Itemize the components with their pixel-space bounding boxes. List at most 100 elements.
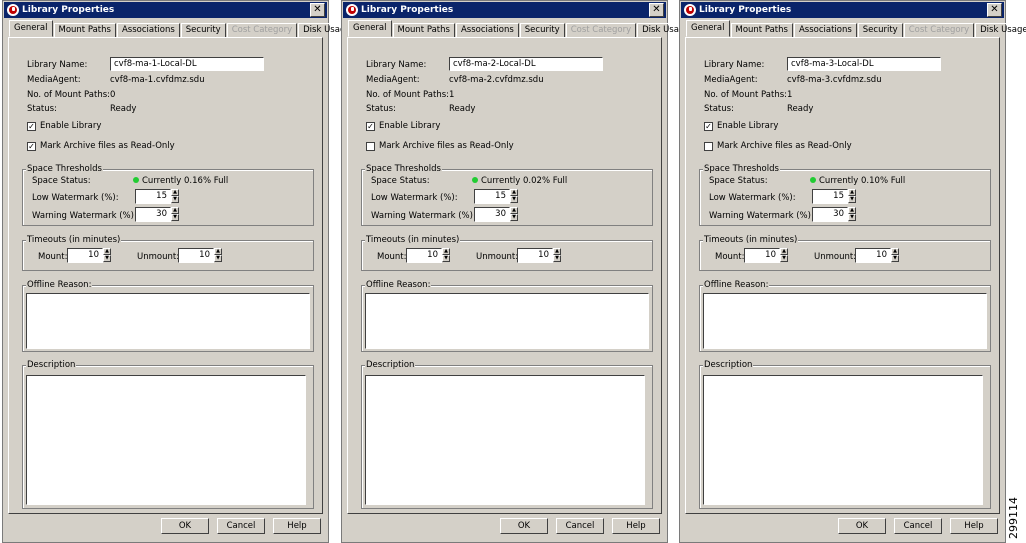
cancel-button[interactable]: Cancel (556, 518, 604, 534)
mount-timeout-input[interactable]: 10 (67, 248, 103, 263)
spin-up-icon[interactable]: ▲ (171, 189, 179, 196)
unmount-timeout-input[interactable]: 10 (178, 248, 214, 263)
enable-library-checkbox[interactable]: ✓ (366, 122, 375, 131)
title-bar[interactable]: Library Properties ✕ (681, 2, 1004, 18)
tab-mount-paths[interactable]: Mount Paths (730, 23, 793, 37)
warning-watermark-input[interactable]: 30 (135, 207, 171, 222)
low-watermark-input[interactable]: 15 (474, 189, 510, 204)
spin-up-icon[interactable]: ▲ (848, 189, 856, 196)
spin-up-icon[interactable]: ▲ (510, 207, 518, 214)
cancel-button[interactable]: Cancel (894, 518, 942, 534)
enable-library-checkbox[interactable]: ✓ (704, 122, 713, 131)
description-title: Description (365, 360, 416, 370)
tab-general[interactable]: General (686, 20, 730, 37)
spin-up-icon[interactable]: ▲ (103, 248, 111, 255)
spin-down-icon[interactable]: ▼ (780, 255, 788, 262)
tab-cost-category: Cost Category (226, 23, 298, 37)
mount-timeout-input[interactable]: 10 (406, 248, 442, 263)
description-textarea[interactable] (26, 375, 306, 505)
library-properties-dialog: Library Properties ✕ General Mount Paths… (679, 0, 1026, 543)
help-button[interactable]: Help (273, 518, 321, 534)
mark-archive-label: Mark Archive files as Read-Only (40, 141, 175, 151)
tab-cost-category: Cost Category (903, 23, 975, 37)
description-textarea[interactable] (365, 375, 645, 505)
offline-reason-textarea[interactable] (365, 293, 649, 349)
close-icon[interactable]: ✕ (987, 3, 1002, 17)
warning-watermark-input[interactable]: 30 (812, 207, 848, 222)
tab-disk-usage[interactable]: Disk Usage (975, 23, 1026, 37)
timeouts-title: Timeouts (in minutes) (26, 235, 122, 245)
close-icon[interactable]: ✕ (310, 3, 325, 17)
spin-up-icon[interactable]: ▲ (891, 248, 899, 255)
status-green-dot-icon (472, 177, 478, 183)
mark-archive-checkbox[interactable] (704, 142, 713, 151)
spin-up-icon[interactable]: ▲ (780, 248, 788, 255)
offline-reason-textarea[interactable] (703, 293, 987, 349)
tab-strip: General Mount Paths Associations Securit… (686, 20, 1026, 37)
offline-reason-title: Offline Reason: (26, 280, 93, 290)
spin-down-icon[interactable]: ▼ (510, 196, 518, 203)
spin-down-icon[interactable]: ▼ (891, 255, 899, 262)
offline-reason-textarea[interactable] (26, 293, 310, 349)
media-agent-value: cvf8-ma-1.cvfdmz.sdu (110, 75, 205, 85)
unmount-timeout-label: Unmount: (476, 252, 519, 262)
tab-mount-paths[interactable]: Mount Paths (392, 23, 455, 37)
cancel-button[interactable]: Cancel (217, 518, 265, 534)
spin-down-icon[interactable]: ▼ (103, 255, 111, 262)
low-watermark-input[interactable]: 15 (812, 189, 848, 204)
spin-down-icon[interactable]: ▼ (848, 214, 856, 221)
library-name-input[interactable]: cvf8-ma-3-Local-DL (787, 57, 941, 71)
tab-general[interactable]: General (348, 20, 392, 37)
spin-down-icon[interactable]: ▼ (553, 255, 561, 262)
tab-security[interactable]: Security (857, 23, 903, 37)
close-icon[interactable]: ✕ (649, 3, 664, 17)
tab-associations[interactable]: Associations (116, 23, 180, 37)
spin-up-icon[interactable]: ▲ (510, 189, 518, 196)
unmount-timeout-input[interactable]: 10 (855, 248, 891, 263)
space-thresholds-title: Space Thresholds (703, 164, 780, 174)
tab-general[interactable]: General (9, 20, 53, 37)
ok-button[interactable]: OK (161, 518, 209, 534)
ok-button[interactable]: OK (500, 518, 548, 534)
unmount-timeout-input[interactable]: 10 (517, 248, 553, 263)
spin-down-icon[interactable]: ▼ (171, 196, 179, 203)
mount-timeout-label: Mount: (38, 252, 68, 262)
description-textarea[interactable] (703, 375, 983, 505)
spin-down-icon[interactable]: ▼ (442, 255, 450, 262)
tab-strip: General Mount Paths Associations Securit… (348, 20, 696, 37)
space-thresholds-title: Space Thresholds (26, 164, 103, 174)
tab-security[interactable]: Security (180, 23, 226, 37)
help-button[interactable]: Help (950, 518, 998, 534)
tab-security[interactable]: Security (519, 23, 565, 37)
spin-up-icon[interactable]: ▲ (553, 248, 561, 255)
spin-up-icon[interactable]: ▲ (848, 207, 856, 214)
spin-up-icon[interactable]: ▲ (214, 248, 222, 255)
spin-up-icon[interactable]: ▲ (171, 207, 179, 214)
warning-watermark-stepper: 30 ▲ ▼ (474, 207, 518, 222)
spin-down-icon[interactable]: ▼ (848, 196, 856, 203)
title-bar[interactable]: Library Properties ✕ (343, 2, 666, 18)
spin-down-icon[interactable]: ▼ (171, 214, 179, 221)
warning-watermark-label: Warning Watermark (%): (32, 211, 137, 221)
mark-archive-checkbox[interactable]: ✓ (27, 142, 36, 151)
warning-watermark-input[interactable]: 30 (474, 207, 510, 222)
space-thresholds-group: Space Thresholds Space Status: Currently… (699, 164, 991, 226)
enable-library-checkbox[interactable]: ✓ (27, 122, 36, 131)
mount-timeout-input[interactable]: 10 (744, 248, 780, 263)
library-name-input[interactable]: cvf8-ma-2-Local-DL (449, 57, 603, 71)
spin-down-icon[interactable]: ▼ (510, 214, 518, 221)
spin-up-icon[interactable]: ▲ (442, 248, 450, 255)
spin-down-icon[interactable]: ▼ (214, 255, 222, 262)
tab-mount-paths[interactable]: Mount Paths (53, 23, 116, 37)
tab-associations[interactable]: Associations (455, 23, 519, 37)
mark-archive-checkbox[interactable] (366, 142, 375, 151)
title-bar[interactable]: Library Properties ✕ (4, 2, 327, 18)
status-label: Status: (27, 104, 57, 114)
space-status-label: Space Status: (709, 176, 768, 186)
general-tab-panel: Library Name: cvf8-ma-2-Local-DL MediaAg… (347, 37, 662, 514)
ok-button[interactable]: OK (838, 518, 886, 534)
library-name-input[interactable]: cvf8-ma-1-Local-DL (110, 57, 264, 71)
help-button[interactable]: Help (612, 518, 660, 534)
low-watermark-input[interactable]: 15 (135, 189, 171, 204)
tab-associations[interactable]: Associations (793, 23, 857, 37)
